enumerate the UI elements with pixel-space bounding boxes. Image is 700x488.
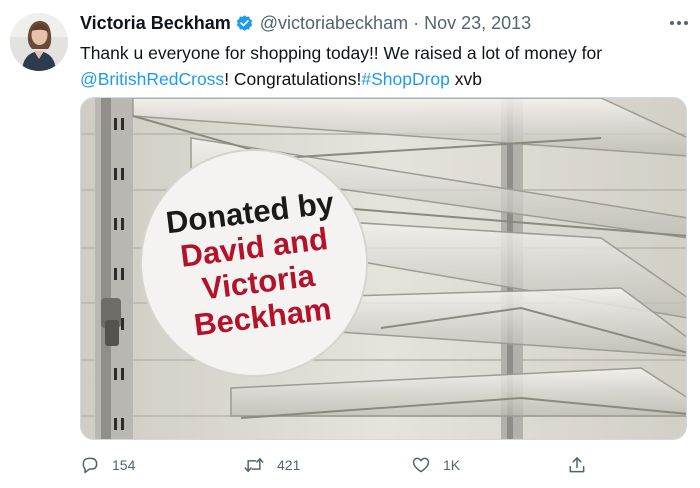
share-icon xyxy=(569,457,585,473)
reply-count: 154 xyxy=(112,457,136,473)
retweet-count: 421 xyxy=(277,457,301,473)
verified-badge-icon xyxy=(235,14,254,33)
avatar[interactable] xyxy=(10,13,68,71)
tweet-text: Thank u everyone for shopping today!! We… xyxy=(80,40,690,92)
retweet-button[interactable]: 421 xyxy=(243,452,300,478)
like-button[interactable]: 1K xyxy=(411,452,460,478)
like-count: 1K xyxy=(443,457,461,473)
tweet-card[interactable]: Victoria Beckham @victoriabeckham · Nov … xyxy=(0,0,700,488)
tweet-text-part3: xvb xyxy=(449,69,483,89)
reply-icon xyxy=(82,457,98,474)
author-name[interactable]: Victoria Beckham xyxy=(80,13,231,34)
reply-button[interactable]: 154 xyxy=(80,452,135,478)
tweet-header: Victoria Beckham @victoriabeckham · Nov … xyxy=(80,11,531,35)
retweet-icon xyxy=(244,458,264,472)
author-handle[interactable]: @victoriabeckham xyxy=(260,13,408,34)
mention-link[interactable]: @BritishRedCross xyxy=(80,69,224,89)
tweet-actions: 154 421 1K xyxy=(80,452,600,478)
tweet-date[interactable]: Nov 23, 2013 xyxy=(424,13,531,34)
tweet-text-part2: ! Congratulations! xyxy=(224,69,362,89)
share-button[interactable] xyxy=(567,452,599,478)
separator-dot: · xyxy=(413,12,420,33)
tweet-text-part1: Thank u everyone for shopping today!! We… xyxy=(80,43,603,63)
more-icon[interactable] xyxy=(668,12,690,34)
tweet-photo[interactable]: Donated by David and Victoria Beckham xyxy=(80,97,687,440)
heart-icon xyxy=(412,457,430,473)
hashtag-link[interactable]: #ShopDrop xyxy=(361,69,450,89)
